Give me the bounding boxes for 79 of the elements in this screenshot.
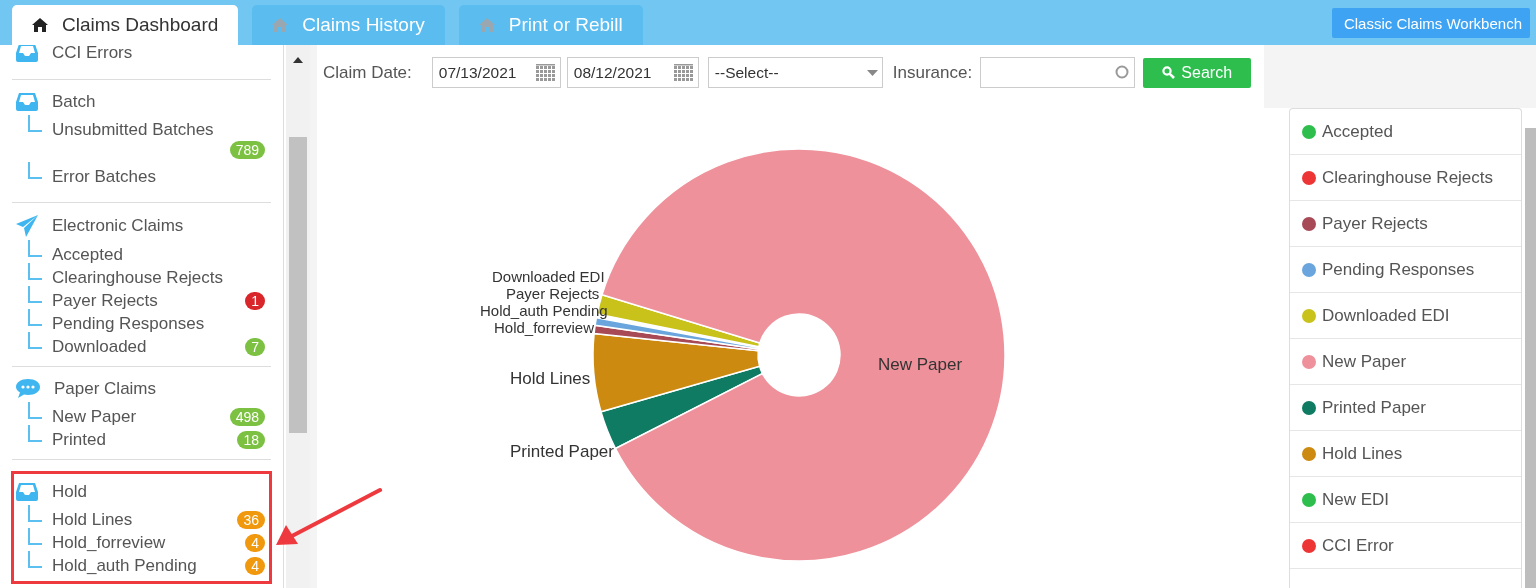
sidebar-item[interactable]: Pending Responses	[52, 312, 205, 335]
home-icon	[272, 18, 289, 32]
insurance-field[interactable]	[980, 57, 1136, 88]
slice-label: Hold Lines	[510, 369, 591, 388]
sidebar-section-title[interactable]: Paper Claims	[54, 379, 157, 399]
count-badge: 36	[237, 510, 265, 529]
select-dropdown[interactable]: --Select--	[707, 57, 883, 88]
search-icon	[1162, 66, 1176, 79]
legend-label[interactable]: Downloaded EDI	[1322, 305, 1450, 326]
sidebar-section-title[interactable]: Electronic Claims	[52, 216, 184, 236]
sidebar-item[interactable]: Downloaded	[52, 335, 147, 358]
count-badge: 1	[245, 291, 265, 310]
legend-label[interactable]: Printed Paper	[1322, 397, 1426, 418]
calendar-icon[interactable]	[535, 63, 556, 82]
tree-connector	[28, 332, 42, 349]
legend-label[interactable]: Clearinghouse Rejects	[1322, 167, 1494, 188]
slice-label: New Paper	[878, 355, 963, 374]
legend-label[interactable]: Payer Rejects	[1322, 213, 1428, 234]
count-badge: 789	[229, 141, 265, 159]
legend-label[interactable]: Hold Lines	[1322, 443, 1403, 464]
legend-label[interactable]: New EDI	[1322, 489, 1390, 510]
count-badge: 4	[245, 556, 265, 575]
tree-connector	[28, 505, 42, 522]
tree-connector	[28, 425, 42, 442]
sidebar-section-title[interactable]: Hold	[52, 482, 87, 502]
pie-slice[interactable]	[592, 332, 761, 413]
count-badge: 18	[237, 430, 265, 449]
count-badge: 4	[245, 533, 265, 552]
sidebar-item[interactable]: Payer Rejects	[52, 289, 158, 312]
sidebar-item[interactable]: Accepted	[52, 243, 123, 266]
legend-label[interactable]: Pending Responses	[1322, 259, 1475, 280]
tree-connector	[28, 162, 42, 179]
sidebar-item[interactable]: Clearinghouse Rejects	[52, 266, 224, 289]
sidebar-item[interactable]: New Paper	[52, 405, 137, 428]
tree-connector	[28, 528, 42, 545]
count-badge: 7	[245, 337, 265, 356]
legend-label[interactable]: New Paper	[1322, 351, 1407, 372]
home-icon	[478, 18, 495, 32]
scrollbar[interactable]	[1525, 128, 1536, 588]
sidebar-item[interactable]: Printed	[52, 428, 106, 451]
caret-icon	[866, 69, 878, 76]
tree-connector	[28, 309, 42, 326]
slice-label: Downloaded EDI	[492, 268, 605, 285]
inbox-tray-icon	[16, 483, 38, 501]
inbox-tray-icon	[16, 93, 38, 111]
count-badge: 498	[229, 407, 265, 426]
scrollbar[interactable]	[286, 45, 310, 588]
pie-slice[interactable]	[594, 317, 760, 350]
tree-connector	[28, 240, 42, 257]
legend-label[interactable]: CCI Error	[1322, 535, 1394, 556]
tree-connector	[28, 402, 42, 419]
sidebar-item[interactable]: Hold_forreview	[52, 531, 166, 554]
sidebar-item[interactable]: Hold_auth Pending	[52, 554, 197, 577]
date-field[interactable]: 08/12/2021	[566, 57, 699, 88]
claim-date-label: Claim Date:	[323, 62, 412, 83]
circle-icon	[1115, 65, 1130, 79]
inbox-tray-icon	[16, 44, 38, 62]
slice-label: Hold_forreview	[494, 319, 595, 336]
tab[interactable]: Claims Dashboard	[12, 5, 239, 45]
slice-label: Printed Paper	[510, 442, 614, 461]
tree-connector	[28, 263, 42, 280]
home-icon	[32, 18, 48, 32]
tree-connector	[28, 115, 42, 132]
tree-connector	[28, 551, 42, 568]
sidebar-section-title[interactable]: CCI Errors	[52, 43, 133, 63]
paper-plane-icon	[16, 215, 38, 237]
tree-connector	[28, 286, 42, 303]
slice-label: Payer Rejects	[506, 285, 600, 302]
date-field[interactable]: 07/13/2021	[431, 57, 561, 88]
sidebar-section-title[interactable]: Batch	[52, 92, 96, 112]
scrollbar-thumb[interactable]	[289, 137, 307, 433]
scroll-up-icon[interactable]	[293, 57, 303, 63]
insurance-label: Insurance:	[892, 62, 973, 83]
legend-label[interactable]: Accepted	[1322, 121, 1393, 142]
sidebar-item[interactable]: Error Batches	[52, 165, 265, 188]
sidebar-item[interactable]: Hold Lines	[52, 508, 133, 531]
speech-bubble-icon	[16, 379, 40, 399]
sidebar-item[interactable]: Unsubmitted Batches	[52, 118, 265, 141]
calendar-icon[interactable]	[673, 63, 694, 82]
